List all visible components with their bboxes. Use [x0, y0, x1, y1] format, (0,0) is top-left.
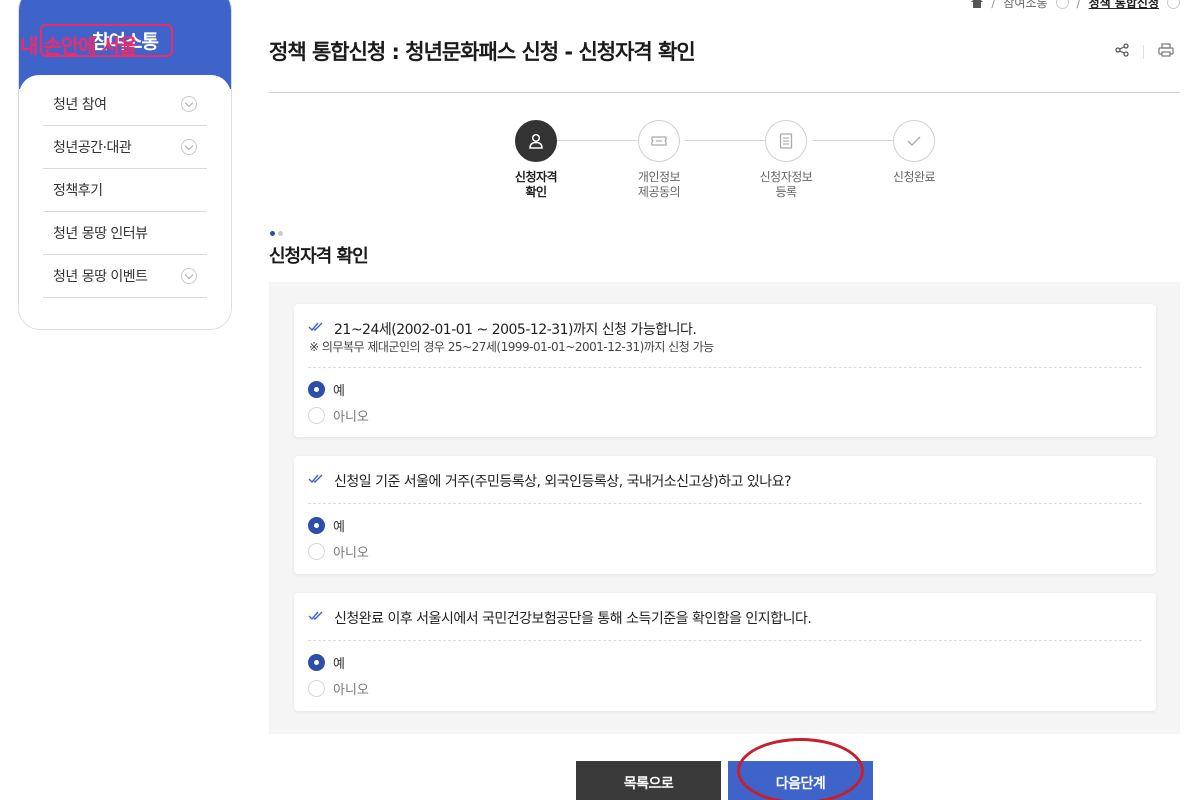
watermark-text: 내 손안에 서울 [20, 34, 137, 58]
sidebar-menu: 청년 참여 청년공간·대관 정책후기 청년 몽땅 인터뷰 청년 몽땅 이벤트 [19, 75, 231, 329]
document-icon [765, 120, 807, 162]
double-check-icon [308, 611, 323, 621]
sidebar-item-interview[interactable]: 청년 몽땅 인터뷰 [43, 212, 207, 255]
step-label: 개인정보 제공동의 [637, 170, 681, 199]
step-label: 신청자격 확인 [514, 170, 558, 199]
breadcrumb-separator: / [1076, 0, 1081, 10]
option-yes[interactable]: 예 [308, 653, 345, 672]
breadcrumb-separator: / [991, 0, 996, 10]
option-label: 아니오 [333, 546, 369, 561]
option-label: 아니오 [333, 410, 369, 425]
chevron-down-icon[interactable] [181, 96, 197, 112]
share-icon[interactable] [1115, 42, 1129, 61]
ticket-icon [638, 120, 680, 162]
dot-icon [278, 231, 283, 236]
radio-unselected[interactable] [308, 407, 325, 424]
sidebar-item-event[interactable]: 청년 몽땅 이벤트 [43, 255, 207, 298]
option-label: 예 [333, 384, 345, 399]
person-icon [515, 120, 557, 162]
divider [308, 503, 1142, 504]
radio-unselected[interactable] [308, 543, 325, 560]
option-yes[interactable]: 예 [308, 380, 345, 399]
question-note: ※ 의무복무 제대군인의 경우 25~27세(1999-01-01~2001-1… [309, 340, 714, 354]
sidebar-item-label: 청년 몽땅 인터뷰 [53, 226, 148, 242]
question-text: 신청완료 이후 서울시에서 국민건강보험공단을 통해 소득기준을 확인함을 인지… [334, 611, 812, 627]
option-label: 아니오 [333, 683, 369, 698]
sidebar-item-youth-participation[interactable]: 청년 참여 [43, 83, 207, 126]
annotation-circle [737, 738, 864, 800]
double-check-icon [308, 322, 323, 332]
question-text: 21~24세(2002-01-01 ~ 2005-12-31)까지 신청 가능합… [334, 322, 697, 338]
option-yes[interactable]: 예 [308, 516, 345, 535]
chevron-down-icon[interactable] [181, 139, 197, 155]
option-label: 예 [333, 520, 345, 535]
sidebar-item-youth-space[interactable]: 청년공간·대관 [43, 126, 207, 169]
section-title: 신청자격 확인 [269, 246, 369, 267]
step-complete: 신청완료 [859, 120, 969, 185]
radio-selected[interactable] [308, 517, 325, 534]
option-no[interactable]: 아니오 [308, 406, 369, 425]
page-title: 정책 통합신청 : 청년문화패스 신청 - 신청자격 확인 [269, 40, 696, 64]
step-label: 신청완료 [892, 170, 936, 184]
check-icon [893, 120, 935, 162]
option-no[interactable]: 아니오 [308, 542, 369, 561]
title-divider [269, 92, 1180, 93]
step-eligibility: 신청자격 확인 [481, 120, 591, 200]
breadcrumb-current[interactable]: 정책 통합신청 [1089, 0, 1159, 11]
sidebar-item-policy-review[interactable]: 정책후기 [43, 169, 207, 212]
question-text: 신청일 기준 서울에 거주(주민등록상, 외국인등록상, 국내거소신고상)하고 … [334, 474, 792, 490]
progress-steps: 신청자격 확인 개인정보 제공동의 신청자정보 등록 신청완료 [480, 120, 980, 210]
step-label: 신청자정보 등록 [759, 170, 813, 199]
step-consent: 개인정보 제공동의 [604, 120, 714, 200]
breadcrumb-parent[interactable]: 참여소통 [1003, 0, 1047, 11]
chevron-down-icon[interactable] [181, 268, 197, 284]
question-card-income: 신청완료 이후 서울시에서 국민건강보험공단을 통해 소득기준을 확인함을 인지… [294, 593, 1156, 711]
question-card-age: 21~24세(2002-01-01 ~ 2005-12-31)까지 신청 가능합… [294, 304, 1156, 437]
double-check-icon [308, 474, 323, 484]
questions-panel: 21~24세(2002-01-01 ~ 2005-12-31)까지 신청 가능합… [269, 282, 1180, 734]
option-no[interactable]: 아니오 [308, 679, 369, 698]
sidebar-item-label: 청년공간·대관 [53, 140, 132, 156]
step-applicant-info: 신청자정보 등록 [731, 120, 841, 200]
divider [1143, 44, 1144, 59]
dot-icon [270, 231, 275, 236]
title-tools [1115, 42, 1174, 61]
print-icon[interactable] [1158, 42, 1174, 61]
question-card-residence: 신청일 기준 서울에 거주(주민등록상, 외국인등록상, 국내거소신고상)하고 … [294, 456, 1156, 574]
list-button[interactable]: 목록으로 [576, 761, 721, 800]
option-label: 예 [333, 657, 345, 672]
home-icon[interactable] [971, 0, 984, 8]
section-dots [270, 231, 283, 236]
sidebar-item-label: 청년 참여 [53, 97, 107, 113]
radio-selected[interactable] [308, 654, 325, 671]
divider [308, 367, 1142, 368]
radio-unselected[interactable] [308, 680, 325, 697]
sidebar-item-label: 청년 몽땅 이벤트 [53, 269, 148, 285]
radio-selected[interactable] [308, 381, 325, 398]
divider [308, 640, 1142, 641]
chevron-down-icon[interactable] [1055, 0, 1069, 9]
breadcrumb: / 참여소통 / 정책 통합신청 [971, 0, 1180, 11]
sidebar-item-label: 정책후기 [53, 183, 103, 199]
chevron-down-icon[interactable] [1167, 0, 1180, 9]
